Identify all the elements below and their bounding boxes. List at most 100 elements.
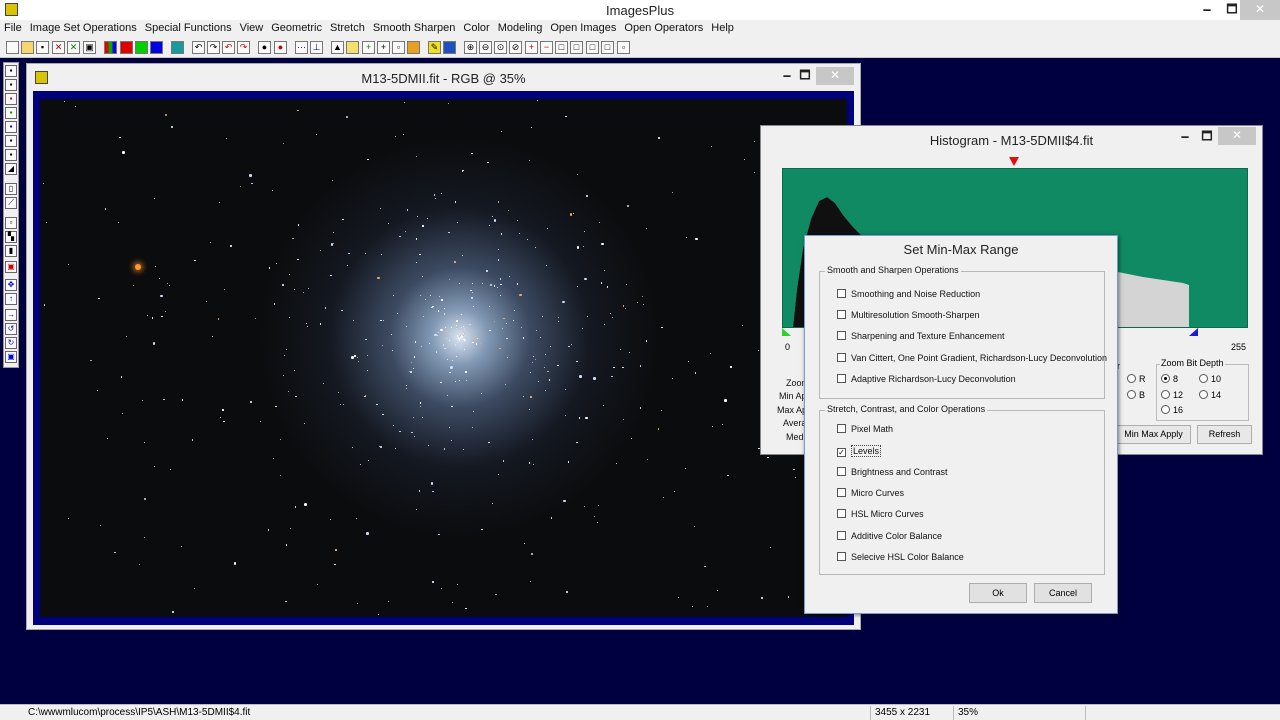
tool-green-icon[interactable]: ▪ [5,107,17,119]
grid-icon[interactable] [171,41,184,54]
menu-view[interactable]: View [236,20,268,38]
star-cluster-image[interactable] [40,99,847,617]
point-red-icon[interactable]: ● [274,41,287,54]
arrow-up-icon[interactable]: ↑ [5,293,17,305]
checkbox-adaptive-richardson-lucy[interactable]: Adaptive Richardson-Lucy Deconvolution [837,374,1016,384]
image-close-button[interactable]: ✕ [816,67,854,85]
tool-4-icon[interactable]: ▪ [5,149,17,161]
image-window-title-bar[interactable]: M13-5DMII.fit - RGB @ 35% 🗕 🗖 ✕ [27,64,860,90]
checkbox-selective-hsl-color-balance[interactable]: Selecive HSL Color Balance [837,552,964,562]
tool-red-icon[interactable]: ▪ [5,93,17,105]
checkbox-smoothing-noise-reduction[interactable]: Smoothing and Noise Reduction [837,289,980,299]
zoom-plus-icon[interactable]: + [525,41,538,54]
refresh-button[interactable]: Refresh [1197,425,1252,444]
radio-b[interactable]: B [1127,390,1145,400]
image-window[interactable]: M13-5DMII.fit - RGB @ 35% 🗕 🗖 ✕ [26,63,861,630]
tool-blue-icon[interactable]: ▪ [5,121,17,133]
move-icon[interactable]: ✥ [5,279,17,291]
green-channel-icon[interactable] [135,41,148,54]
checkbox-pixel-math[interactable]: Pixel Math [837,424,893,434]
rotate-right-icon[interactable]: ↻ [5,337,17,349]
min-max-apply-button[interactable]: Min Max Apply [1116,425,1191,444]
close-image-icon[interactable]: ✕ [52,41,65,54]
close-button[interactable]: ✕ [1240,0,1280,20]
menu-open-operators[interactable]: Open Operators [620,20,707,38]
menu-stretch[interactable]: Stretch [326,20,369,38]
tool-5-icon[interactable]: ◢ [5,163,17,175]
curves-icon[interactable] [346,41,359,54]
menu-help[interactable]: Help [707,20,738,38]
levels-icon[interactable]: ⊥ [310,41,323,54]
tool-2-icon[interactable]: ▪ [5,79,17,91]
radio-zoom-8[interactable]: 8 [1161,374,1178,384]
tool-10-icon[interactable]: ▮ [5,245,17,257]
histogram-minimize-button[interactable]: 🗕 [1173,128,1197,146]
tool-11-icon[interactable]: ▣ [5,261,17,273]
tool-3-icon[interactable]: ▪ [5,135,17,147]
radio-zoom-10[interactable]: 10 [1199,374,1221,384]
layer-icon[interactable]: ▫ [392,41,405,54]
checkbox-micro-curves[interactable]: Micro Curves [837,488,904,498]
tool-8-icon[interactable]: ▫ [5,217,17,229]
histogram-max-marker[interactable] [1189,328,1198,336]
menu-open-images[interactable]: Open Images [546,20,620,38]
histogram-maximize-button[interactable]: 🗖 [1195,128,1219,146]
redo-icon[interactable]: ↷ [207,41,220,54]
checkbox-multiresolution-smooth-sharpen[interactable]: Multiresolution Smooth-Sharpen [837,310,980,320]
set-min-max-range-dialog[interactable]: Set Min-Max Range Smooth and Sharpen Ope… [804,235,1118,614]
menu-modeling[interactable]: Modeling [494,20,547,38]
histogram-close-button[interactable]: ✕ [1218,127,1256,145]
print-icon[interactable]: ▣ [83,41,96,54]
tool-9-icon[interactable]: ▚ [5,231,17,243]
radio-r[interactable]: R [1127,374,1146,384]
zoom-minus-icon[interactable]: − [540,41,553,54]
zoom-in-icon[interactable]: ⊕ [464,41,477,54]
new-file-icon[interactable] [6,41,19,54]
undo-all-icon[interactable]: ↶ [222,41,235,54]
open-folder-icon[interactable] [21,41,34,54]
zoom-out-icon[interactable]: ⊖ [479,41,492,54]
histogram-min-marker[interactable] [782,328,791,336]
checkbox-additive-color-balance[interactable]: Additive Color Balance [837,531,942,541]
pencil-icon[interactable]: ✎ [428,41,441,54]
dotted-line-icon[interactable]: ⋯ [295,41,308,54]
zoom-fit-icon[interactable]: ⊙ [494,41,507,54]
menu-image-set-operations[interactable]: Image Set Operations [26,20,141,38]
view-4-icon[interactable]: □ [601,41,614,54]
checkbox-sharpening-texture-enhancement[interactable]: Sharpening and Texture Enhancement [837,331,1004,341]
close-all-icon[interactable]: ✕ [67,41,80,54]
zoom-actual-icon[interactable]: ⊘ [509,41,522,54]
point-icon[interactable]: ● [258,41,271,54]
tool-6-icon[interactable]: ▯ [5,183,17,195]
tool-1-icon[interactable]: ▪ [5,65,17,77]
palette-icon[interactable] [407,41,420,54]
redo-all-icon[interactable]: ↷ [237,41,250,54]
image-maximize-button[interactable]: 🗖 [793,67,817,85]
histogram-icon[interactable]: ▲ [331,41,344,54]
rgb-icon[interactable] [104,41,117,54]
red-channel-icon[interactable] [120,41,133,54]
radio-zoom-16[interactable]: 16 [1161,405,1183,415]
menu-smooth-sharpen[interactable]: Smooth Sharpen [369,20,460,38]
cancel-button[interactable]: Cancel [1034,583,1092,603]
checkbox-levels[interactable]: ✓ Levels [837,445,882,457]
blue-channel-icon[interactable] [150,41,163,54]
menu-geometric[interactable]: Geometric [267,20,326,38]
tool-7-icon[interactable]: ⟋ [5,197,17,209]
view-3-icon[interactable]: □ [586,41,599,54]
checkbox-van-cittert-deconvolution[interactable]: Van Cittert, One Point Gradient, Richard… [837,353,1107,363]
menu-color[interactable]: Color [459,20,493,38]
save-icon[interactable]: ▪ [36,41,49,54]
view-5-icon[interactable]: ▫ [617,41,630,54]
arrow-right-icon[interactable]: → [5,309,17,321]
undo-icon[interactable]: ↶ [192,41,205,54]
menu-file[interactable]: File [0,20,26,38]
rotate-left-icon[interactable]: ↺ [5,323,17,335]
window-icon[interactable] [443,41,456,54]
ok-button[interactable]: Ok [969,583,1027,603]
checkbox-hsl-micro-curves[interactable]: HSL Micro Curves [837,509,924,519]
crosshair-icon[interactable]: + [362,41,375,54]
plus-icon[interactable]: + [377,41,390,54]
radio-zoom-12[interactable]: 12 [1161,390,1183,400]
radio-zoom-14[interactable]: 14 [1199,390,1221,400]
